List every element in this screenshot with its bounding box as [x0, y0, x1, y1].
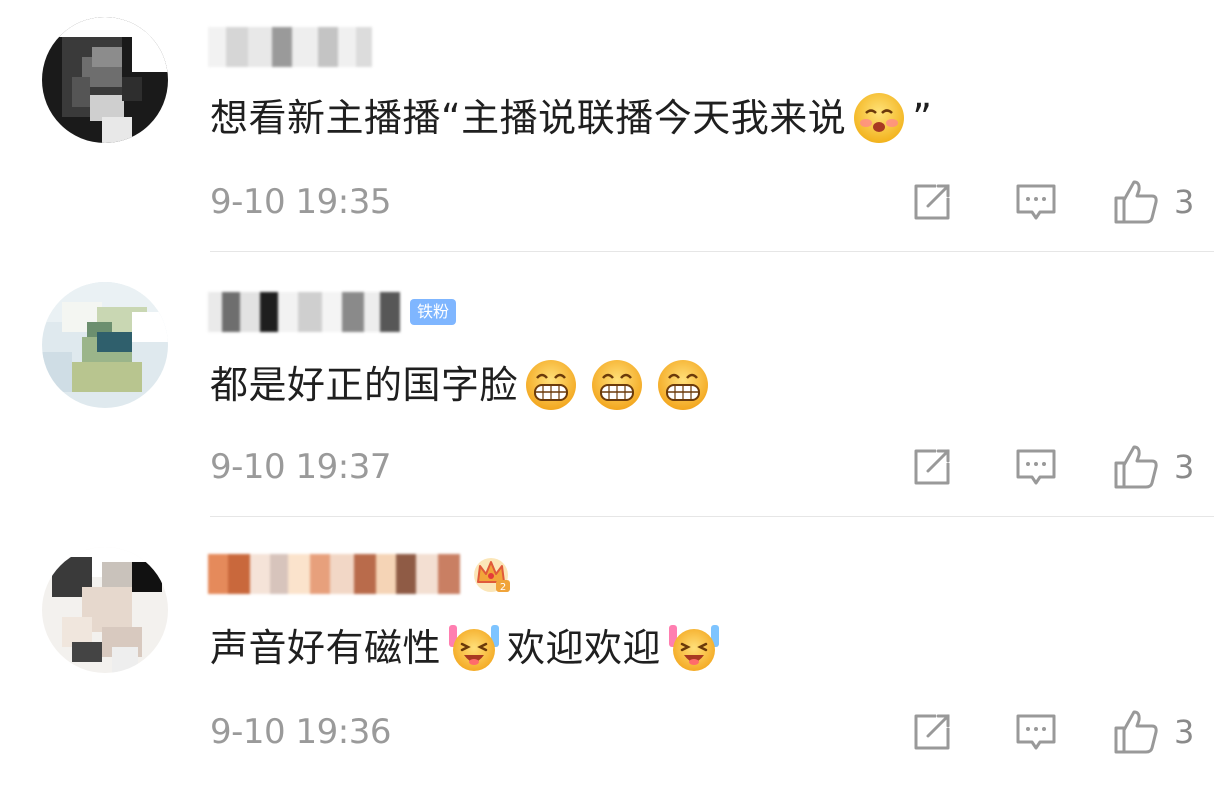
comment-text: 都是好正的国字脸 — [210, 355, 716, 415]
comment-meta: 9-10 19:36 3 — [210, 710, 1210, 754]
like-button[interactable]: 3 — [1112, 445, 1194, 489]
avatar[interactable] — [42, 547, 168, 673]
username-blurred — [208, 554, 460, 594]
share-icon — [914, 714, 950, 750]
blush-emoji — [852, 91, 906, 145]
comment-text-main: 想看新主播播“主播说联播今天我来说 — [210, 96, 847, 140]
divider — [210, 516, 1214, 517]
comment-text-suffix: ” — [912, 96, 933, 140]
reply-button[interactable] — [1014, 445, 1058, 489]
fan-badge: 铁粉 — [410, 299, 457, 325]
comment-text-main: 声音好有磁性 — [210, 626, 442, 670]
cheer-emoji — [447, 621, 501, 675]
comment-time: 9-10 19:37 — [210, 447, 391, 487]
avatar[interactable] — [42, 282, 168, 408]
comment-item: 铁粉 都是好正的国字脸 9-10 19:37 3 — [0, 265, 1214, 530]
grin-emoji — [656, 358, 710, 412]
like-button[interactable]: 3 — [1112, 180, 1194, 224]
crown-icon: 2 — [474, 558, 510, 593]
username-blurred — [208, 27, 372, 67]
comment-item: 2 声音好有磁性 欢迎欢迎 9-10 19:36 3 — [0, 530, 1214, 795]
share-icon — [914, 184, 950, 220]
username[interactable]: 2 — [208, 552, 512, 596]
comment-icon — [1016, 449, 1056, 485]
comment-icon — [1016, 714, 1056, 750]
comment-meta: 9-10 19:37 3 — [210, 445, 1210, 489]
like-count: 3 — [1174, 448, 1195, 486]
cheer-emoji — [667, 621, 721, 675]
divider — [210, 251, 1214, 252]
username[interactable] — [208, 25, 372, 69]
like-button[interactable]: 3 — [1112, 710, 1194, 754]
comment-icon — [1016, 184, 1056, 220]
comment-text-mid: 欢迎欢迎 — [507, 626, 662, 670]
share-icon — [914, 449, 950, 485]
grin-emoji — [524, 358, 578, 412]
comment-time: 9-10 19:36 — [210, 712, 391, 752]
comment-item: 想看新主播播“主播说联播今天我来说 ” 9-10 19:35 3 — [0, 0, 1214, 265]
reply-button[interactable] — [1014, 710, 1058, 754]
svg-text:2: 2 — [500, 582, 506, 593]
thumbs-up-icon — [1114, 445, 1158, 489]
username-blurred — [208, 292, 400, 332]
share-button[interactable] — [910, 445, 954, 489]
grin-emoji — [590, 358, 644, 412]
comment-time: 9-10 19:35 — [210, 182, 391, 222]
reply-button[interactable] — [1014, 180, 1058, 224]
comment-text: 声音好有磁性 欢迎欢迎 — [210, 618, 727, 678]
thumbs-up-icon — [1114, 710, 1158, 754]
thumbs-up-icon — [1114, 180, 1158, 224]
like-count: 3 — [1174, 183, 1195, 221]
avatar[interactable] — [42, 17, 168, 143]
comment-meta: 9-10 19:35 3 — [210, 180, 1210, 224]
like-count: 3 — [1174, 713, 1195, 751]
username[interactable]: 铁粉 — [208, 290, 457, 334]
share-button[interactable] — [910, 710, 954, 754]
comment-text: 想看新主播播“主播说联播今天我来说 ” — [210, 88, 932, 148]
comment-text-main: 都是好正的国字脸 — [210, 363, 519, 407]
share-button[interactable] — [910, 180, 954, 224]
